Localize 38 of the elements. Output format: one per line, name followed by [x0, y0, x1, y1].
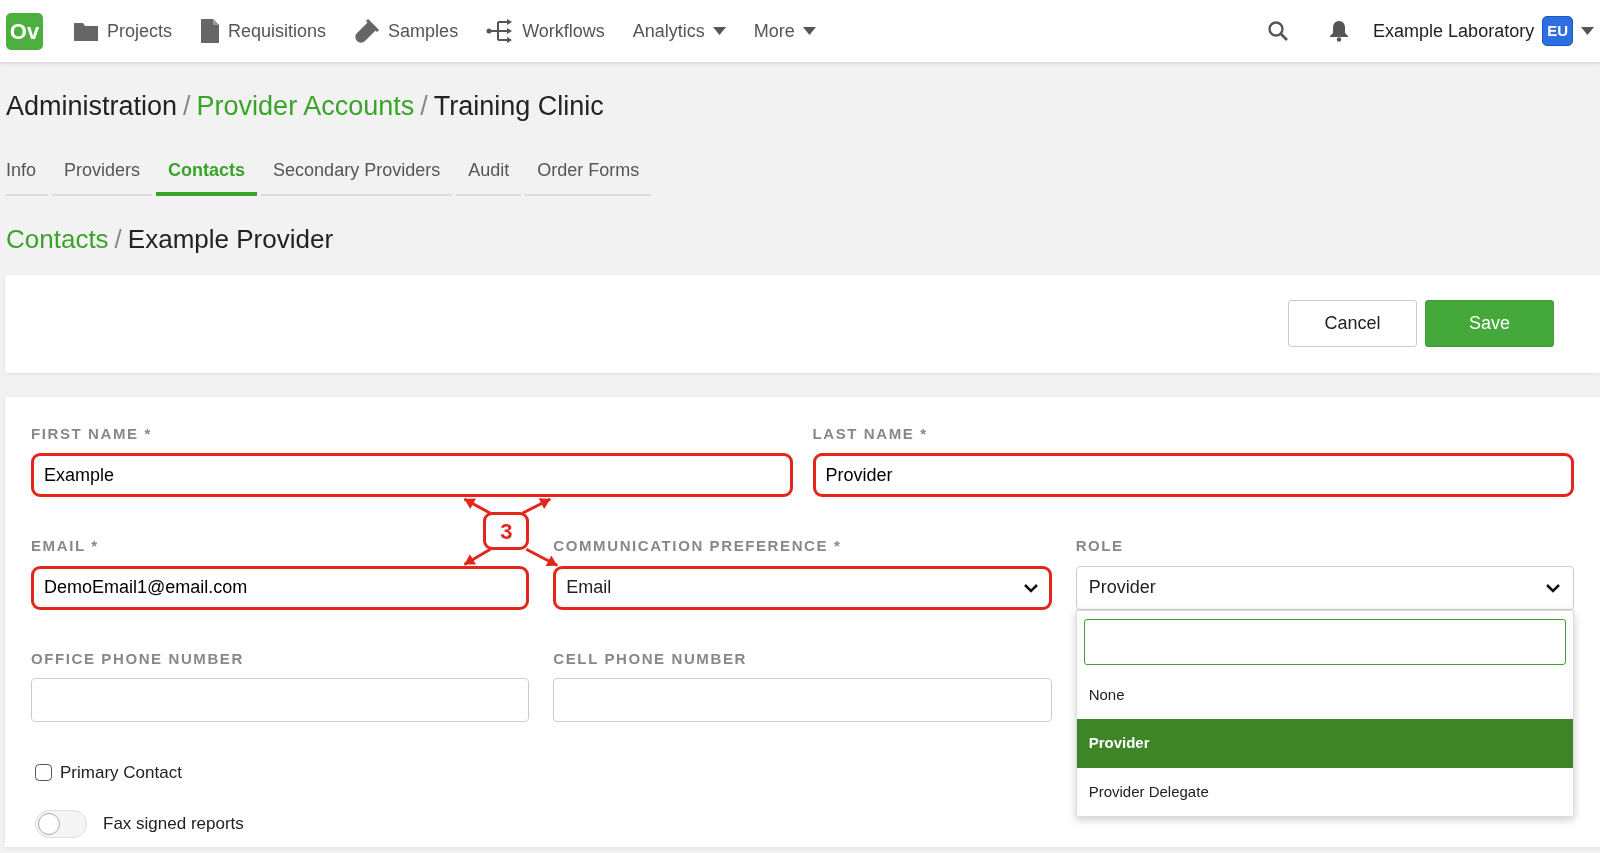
dropdown-option[interactable]: None — [1076, 670, 1573, 719]
nav-link[interactable]: More — [739, 17, 830, 45]
annotation-badge: 3 — [483, 512, 530, 551]
breadcrumb-separator: / — [420, 90, 428, 123]
tab[interactable]: Audit — [456, 148, 522, 196]
checkbox-label: Primary Contact — [60, 762, 182, 784]
breadcrumb-separator: / — [183, 90, 191, 123]
lab-badge: EU — [1542, 15, 1573, 47]
field-label: ROLE — [1075, 536, 1124, 556]
dropdown-option[interactable]: Provider — [1076, 719, 1573, 768]
tab[interactable]: Info — [6, 148, 49, 196]
nav-link[interactable]: Workflows — [472, 17, 619, 45]
input-field[interactable]: Provider — [812, 453, 1574, 497]
nav-link[interactable]: Projects — [59, 17, 187, 45]
field-label: CELL PHONE NUMBER — [553, 648, 747, 669]
breadcrumb-current: Training Clinic — [433, 90, 604, 123]
nav-link[interactable]: Analytics — [618, 17, 740, 45]
dropdown-option[interactable]: Provider Delegate — [1076, 767, 1573, 816]
field-label: OFFICE PHONE NUMBER — [31, 648, 244, 669]
field-label: COMMUNICATION PREFERENCE * — [553, 536, 842, 556]
laboratory-name[interactable]: Example Laboratory — [1373, 17, 1535, 45]
tab[interactable]: Secondary Providers — [261, 148, 453, 196]
breadcrumb-current: Administration — [6, 90, 178, 123]
cancel-button[interactable]: Cancel — [1288, 300, 1417, 347]
nav-link[interactable]: Samples — [340, 17, 473, 45]
tab[interactable]: Providers — [52, 148, 153, 196]
input-field[interactable]: Example — [31, 453, 793, 497]
toggle-label: Fax signed reports — [103, 812, 244, 835]
breadcrumb-separator: / — [114, 222, 122, 256]
input-field[interactable]: DemoEmail1@email.com — [31, 565, 530, 610]
field-label: EMAIL * — [31, 536, 99, 556]
field-label: LAST NAME * — [812, 423, 928, 444]
breadcrumb-current: Example Provider — [127, 222, 334, 256]
nav-link[interactable]: Requisitions — [186, 17, 341, 45]
field-label: FIRST NAME * — [31, 423, 152, 444]
tab[interactable]: Order Forms — [525, 148, 652, 196]
select-field[interactable]: Provider — [1075, 565, 1574, 610]
select-field[interactable]: Email — [553, 565, 1052, 610]
